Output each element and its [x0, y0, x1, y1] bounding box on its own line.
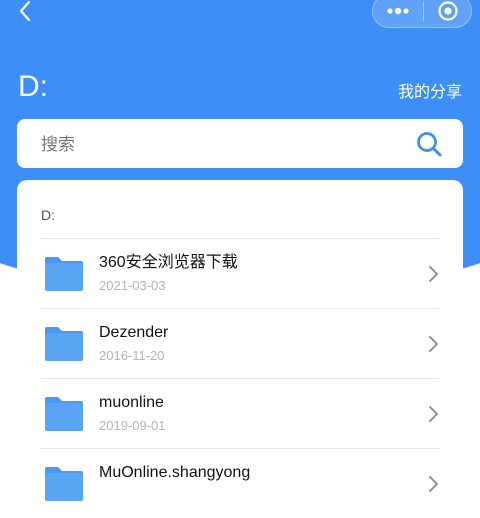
more-button[interactable]	[373, 0, 423, 27]
file-name: muonline	[99, 394, 164, 411]
page-title: D:	[18, 70, 48, 103]
file-name: Dezender	[99, 324, 169, 341]
file-list: 360安全浏览器下载 2021-03-03 Dezender 2016-11-2…	[41, 238, 439, 518]
target-circle-icon	[438, 1, 458, 21]
file-name: 360安全浏览器下载	[99, 254, 238, 271]
list-item[interactable]: MuOnline.shangyong	[41, 448, 439, 518]
close-mini-program-button[interactable]	[424, 0, 472, 27]
search-icon	[417, 132, 442, 157]
mini-program-capsule	[372, 0, 472, 28]
search-box	[17, 119, 463, 168]
folder-icon	[45, 467, 83, 501]
more-dots-icon	[387, 7, 409, 15]
chevron-right-icon	[429, 266, 438, 282]
folder-icon	[45, 397, 83, 431]
chevron-right-icon	[429, 406, 438, 422]
back-button[interactable]	[10, 0, 40, 22]
file-date: 2019-09-01	[99, 418, 166, 433]
file-date: 2021-03-03	[99, 278, 166, 293]
folder-icon	[45, 257, 83, 291]
search-input[interactable]	[39, 131, 403, 159]
list-item[interactable]: 360安全浏览器下载 2021-03-03	[41, 238, 439, 308]
list-item[interactable]: muonline 2019-09-01	[41, 378, 439, 448]
search-button[interactable]	[415, 130, 443, 158]
chevron-right-icon	[429, 476, 438, 492]
folder-icon	[45, 327, 83, 361]
file-name: MuOnline.shangyong	[99, 464, 251, 481]
chevron-left-icon	[19, 0, 31, 22]
file-list-card: D: 360安全浏览器下载 2021-03-03 Dezender 2016-1…	[17, 180, 463, 501]
my-share-link[interactable]: 我的分享	[398, 82, 462, 104]
list-item[interactable]: Dezender 2016-11-20	[41, 308, 439, 378]
file-date: 2016-11-20	[99, 348, 165, 363]
chevron-right-icon	[429, 336, 438, 352]
current-path: D:	[41, 207, 55, 223]
